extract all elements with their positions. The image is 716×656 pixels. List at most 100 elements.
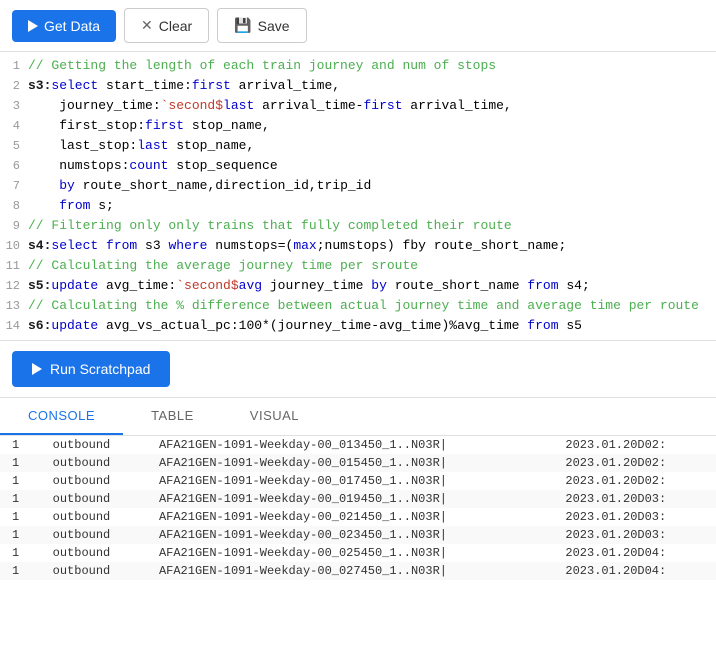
line-number: 2 (0, 76, 28, 96)
table-row: 1outboundAFA21GEN-1091-Weekday-00_027450… (0, 562, 716, 580)
line-content: from s; (28, 196, 716, 216)
table-cell-num: 1 (0, 508, 41, 526)
line-number: 8 (0, 196, 28, 216)
table-cell-trip: AFA21GEN-1091-Weekday-00_021450_1..N03R| (147, 508, 553, 526)
table-cell-dir: outbound (41, 508, 147, 526)
table-cell-dir: outbound (41, 490, 147, 508)
run-play-icon (32, 363, 42, 375)
line-number: 10 (0, 236, 28, 256)
code-line: 3 journey_time:`second$last arrival_time… (0, 96, 716, 116)
table-row: 1outboundAFA21GEN-1091-Weekday-00_013450… (0, 436, 716, 454)
line-number: 14 (0, 316, 28, 336)
table-cell-num: 1 (0, 454, 41, 472)
run-area: Run Scratchpad (0, 341, 716, 398)
code-line: 7 by route_short_name,direction_id,trip_… (0, 176, 716, 196)
code-line: 6 numstops:count stop_sequence (0, 156, 716, 176)
line-content: // Getting the length of each train jour… (28, 56, 716, 76)
output-tabs: CONSOLETABLEVISUAL (0, 398, 716, 436)
run-scratchpad-label: Run Scratchpad (50, 361, 150, 377)
table-cell-date: 2023.01.20D03: (553, 526, 716, 544)
table-cell-num: 1 (0, 562, 41, 580)
table-cell-trip: AFA21GEN-1091-Weekday-00_013450_1..N03R| (147, 436, 553, 454)
tab-table[interactable]: TABLE (123, 398, 222, 435)
get-data-label: Get Data (44, 18, 100, 34)
line-number: 6 (0, 156, 28, 176)
table-cell-date: 2023.01.20D02: (553, 454, 716, 472)
code-line: 11// Calculating the average journey tim… (0, 256, 716, 276)
code-line: 1// Getting the length of each train jou… (0, 56, 716, 76)
table-cell-dir: outbound (41, 544, 147, 562)
toolbar: Get Data ✕ Clear 💾 Save (0, 0, 716, 52)
line-content: // Calculating the % difference between … (28, 296, 716, 316)
code-editor[interactable]: 1// Getting the length of each train jou… (0, 52, 716, 341)
line-content: numstops:count stop_sequence (28, 156, 716, 176)
table-row: 1outboundAFA21GEN-1091-Weekday-00_021450… (0, 508, 716, 526)
get-data-button[interactable]: Get Data (12, 10, 116, 42)
table-row: 1outboundAFA21GEN-1091-Weekday-00_017450… (0, 472, 716, 490)
line-content: // Calculating the average journey time … (28, 256, 716, 276)
table-cell-date: 2023.01.20D03: (553, 508, 716, 526)
output-table: 1outboundAFA21GEN-1091-Weekday-00_013450… (0, 436, 716, 580)
line-number: 7 (0, 176, 28, 196)
save-label: Save (258, 18, 290, 34)
table-cell-dir: outbound (41, 472, 147, 490)
table-cell-dir: outbound (41, 562, 147, 580)
code-line: 13// Calculating the % difference betwee… (0, 296, 716, 316)
table-cell-trip: AFA21GEN-1091-Weekday-00_017450_1..N03R| (147, 472, 553, 490)
table-row: 1outboundAFA21GEN-1091-Weekday-00_015450… (0, 454, 716, 472)
table-cell-num: 1 (0, 544, 41, 562)
code-line: 5 last_stop:last stop_name, (0, 136, 716, 156)
line-number: 12 (0, 276, 28, 296)
line-content: s6:update avg_vs_actual_pc:100*(journey_… (28, 316, 716, 336)
tab-console[interactable]: CONSOLE (0, 398, 123, 435)
line-content: // Filtering only only trains that fully… (28, 216, 716, 236)
table-cell-num: 1 (0, 490, 41, 508)
code-line: 4 first_stop:first stop_name, (0, 116, 716, 136)
code-line: 12s5:update avg_time:`second$avg journey… (0, 276, 716, 296)
line-content: first_stop:first stop_name, (28, 116, 716, 136)
table-cell-num: 1 (0, 526, 41, 544)
run-scratchpad-button[interactable]: Run Scratchpad (12, 351, 170, 387)
table-row: 1outboundAFA21GEN-1091-Weekday-00_023450… (0, 526, 716, 544)
clear-button[interactable]: ✕ Clear (124, 8, 209, 43)
table-cell-trip: AFA21GEN-1091-Weekday-00_015450_1..N03R| (147, 454, 553, 472)
line-number: 9 (0, 216, 28, 236)
table-cell-trip: AFA21GEN-1091-Weekday-00_023450_1..N03R| (147, 526, 553, 544)
table-cell-date: 2023.01.20D03: (553, 490, 716, 508)
line-content: journey_time:`second$last arrival_time-f… (28, 96, 716, 116)
code-line: 14s6:update avg_vs_actual_pc:100*(journe… (0, 316, 716, 336)
line-number: 4 (0, 116, 28, 136)
code-line: 2s3:select start_time:first arrival_time… (0, 76, 716, 96)
table-cell-num: 1 (0, 472, 41, 490)
x-icon: ✕ (141, 17, 153, 34)
line-content: s3:select start_time:first arrival_time, (28, 76, 716, 96)
table-cell-date: 2023.01.20D02: (553, 472, 716, 490)
code-line: 8 from s; (0, 196, 716, 216)
line-number: 3 (0, 96, 28, 116)
line-content: last_stop:last stop_name, (28, 136, 716, 156)
line-number: 5 (0, 136, 28, 156)
code-line: 10s4:select from s3 where numstops=(max;… (0, 236, 716, 256)
table-cell-trip: AFA21GEN-1091-Weekday-00_025450_1..N03R| (147, 544, 553, 562)
table-cell-date: 2023.01.20D04: (553, 562, 716, 580)
table-cell-trip: AFA21GEN-1091-Weekday-00_027450_1..N03R| (147, 562, 553, 580)
line-content: by route_short_name,direction_id,trip_id (28, 176, 716, 196)
table-cell-dir: outbound (41, 454, 147, 472)
code-line: 9// Filtering only only trains that full… (0, 216, 716, 236)
line-content: s5:update avg_time:`second$avg journey_t… (28, 276, 716, 296)
table-cell-dir: outbound (41, 436, 147, 454)
console-output[interactable]: 1outboundAFA21GEN-1091-Weekday-00_013450… (0, 436, 716, 656)
table-cell-trip: AFA21GEN-1091-Weekday-00_019450_1..N03R| (147, 490, 553, 508)
table-cell-date: 2023.01.20D04: (553, 544, 716, 562)
table-row: 1outboundAFA21GEN-1091-Weekday-00_025450… (0, 544, 716, 562)
table-cell-dir: outbound (41, 526, 147, 544)
tab-visual[interactable]: VISUAL (222, 398, 327, 435)
line-number: 13 (0, 296, 28, 316)
table-cell-date: 2023.01.20D02: (553, 436, 716, 454)
line-number: 11 (0, 256, 28, 276)
table-cell-num: 1 (0, 436, 41, 454)
save-icon: 💾 (234, 17, 251, 34)
play-icon (28, 20, 38, 32)
line-number: 1 (0, 56, 28, 76)
save-button[interactable]: 💾 Save (217, 8, 306, 43)
